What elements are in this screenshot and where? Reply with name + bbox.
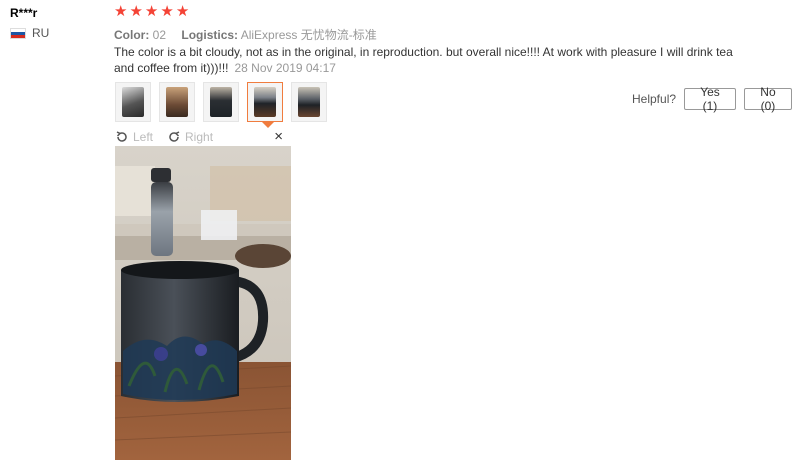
- photo-thumbnail[interactable]: [159, 82, 195, 122]
- photo-viewer-toolbar: Left Right ×: [115, 128, 291, 146]
- star-icon: ★: [144, 3, 159, 20]
- rotate-right-label: Right: [185, 130, 214, 144]
- rotate-left-label: Left: [133, 130, 154, 144]
- russia-flag-icon: [10, 27, 26, 39]
- review-photo: [115, 146, 291, 460]
- rotate-right-icon: [169, 131, 180, 142]
- close-icon[interactable]: ×: [274, 128, 283, 145]
- logistics-value: AliExpress 无忧物流-标准: [240, 28, 377, 42]
- photo-thumbnails: [115, 82, 327, 122]
- photo-thumbnail[interactable]: [203, 82, 239, 122]
- star-icon: ★: [129, 3, 143, 20]
- review-meta: Color: 02 Logistics: AliExpress 无忧物流-标准: [114, 26, 389, 43]
- color-label: Color:: [114, 28, 150, 42]
- star-icon: ★: [114, 3, 128, 20]
- rotate-left-icon: [116, 131, 127, 142]
- helpful-label: Helpful?: [632, 92, 677, 106]
- star-icon: ★: [175, 3, 190, 20]
- color-value: 02: [152, 28, 167, 42]
- review-text: The color is a bit cloudy, not as in the…: [114, 45, 733, 75]
- rating-stars: ★ ★ ★ ★ ★: [114, 4, 189, 20]
- rotate-right-button[interactable]: Right: [167, 130, 213, 144]
- photo-thumbnail[interactable]: [291, 82, 327, 122]
- rotate-left-button[interactable]: Left: [115, 130, 153, 144]
- reviewer-name: R***r: [10, 6, 38, 20]
- photo-thumbnail-active[interactable]: [247, 82, 283, 122]
- logistics-label: Logistics:: [181, 28, 239, 42]
- helpful-vote: Helpful? Yes (1) No (0): [632, 85, 800, 113]
- reviewer-country: RU: [10, 26, 49, 40]
- yes-button[interactable]: Yes (1): [684, 85, 736, 113]
- review-date: 28 Nov 2019 04:17: [234, 61, 336, 75]
- photo-thumbnail[interactable]: [115, 82, 151, 122]
- country-code: RU: [32, 26, 50, 40]
- star-icon: ★: [160, 3, 174, 20]
- review-body: The color is a bit cloudy, not as in the…: [114, 44, 734, 76]
- no-button[interactable]: No (0): [743, 85, 792, 113]
